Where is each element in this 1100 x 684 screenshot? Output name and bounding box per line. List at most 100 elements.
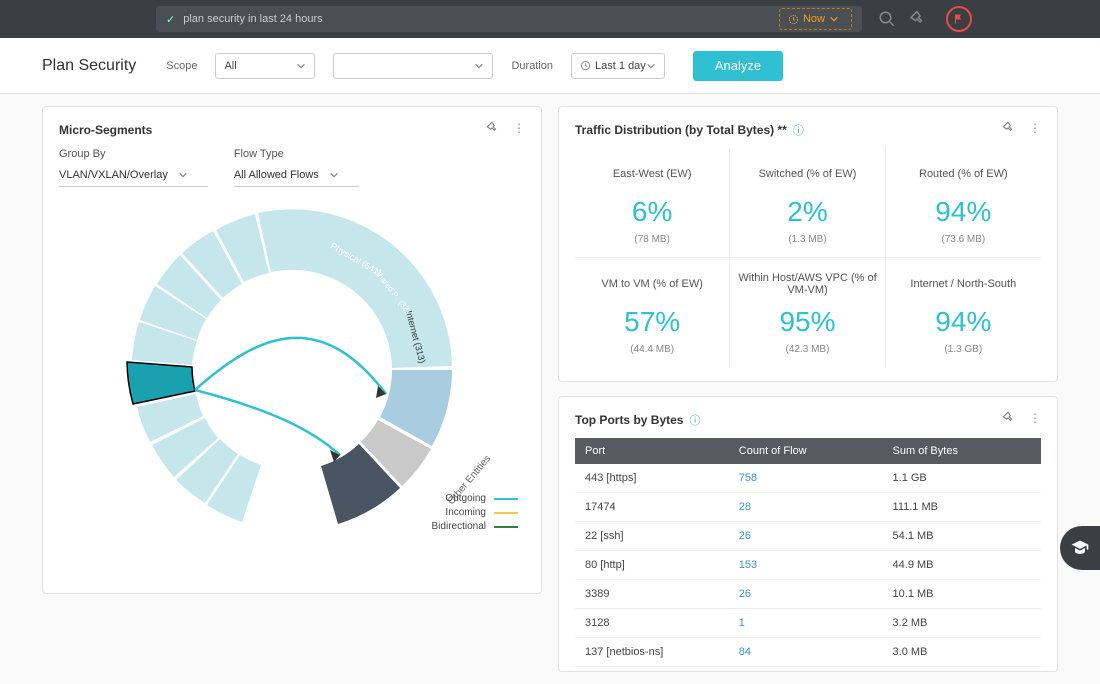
more-icon[interactable]: ⋮ [1029, 121, 1041, 138]
card-title: Top Ports by Bytes [575, 413, 683, 427]
bytes-cell: 111.1 MB [883, 493, 1041, 522]
traffic-sub: (1.3 MB) [738, 234, 876, 245]
time-now-button[interactable]: Now [779, 8, 852, 30]
traffic-cell: East-West (EW) 6% (78 MB) [575, 148, 730, 258]
port-cell: 22 [ssh] [575, 522, 729, 551]
pin-icon[interactable] [1001, 121, 1015, 138]
scope-label: Scope [166, 60, 197, 72]
traffic-label: Switched (% of EW) [738, 160, 876, 188]
traffic-value: 94% [894, 196, 1033, 228]
count-cell[interactable]: 1 [729, 609, 883, 638]
flow-line [195, 338, 386, 394]
donut-chart[interactable]: CMBU-SDD.. (11) Universa.. (2) sddc-cgw.… [82, 195, 502, 535]
bytes-cell: 44.9 MB [883, 551, 1041, 580]
col-count: Count of Flow [729, 438, 883, 464]
traffic-cell: VM to VM (% of EW) 57% (44.4 MB) [575, 258, 730, 367]
traffic-label: Within Host/AWS VPC (% of VM-VM) [738, 270, 876, 298]
search-icon[interactable] [878, 10, 896, 28]
traffic-cell: Within Host/AWS VPC (% of VM-VM) 95% (42.3… [730, 258, 885, 367]
table-row[interactable]: 22 [ssh]2654.1 MB [575, 522, 1041, 551]
scope-select-1[interactable]: All [215, 53, 315, 79]
chevron-down-icon [829, 14, 839, 24]
port-cell: 3128 [575, 609, 729, 638]
group-by-select[interactable]: VLAN/VXLAN/Overlay [59, 163, 208, 187]
traffic-cell: Routed (% of EW) 94% (73.6 MB) [886, 148, 1041, 258]
analyze-button[interactable]: Analyze [693, 51, 783, 81]
traffic-cell: Internet / North-South 94% (1.3 GB) [886, 258, 1041, 367]
more-icon[interactable]: ⋮ [513, 121, 525, 138]
flow-type-select[interactable]: All Allowed Flows [234, 163, 359, 187]
page-title: Plan Security [42, 57, 136, 75]
port-cell: 80 [http] [575, 551, 729, 580]
bytes-cell: 54.1 MB [883, 522, 1041, 551]
table-row[interactable]: 1747428111.1 MB [575, 493, 1041, 522]
col-bytes: Sum of Bytes [883, 438, 1041, 464]
info-icon[interactable]: ⓘ [689, 412, 700, 428]
pin-icon[interactable] [485, 121, 499, 138]
traffic-sub: (44.4 MB) [583, 344, 721, 355]
top-ports-table: Port Count of Flow Sum of Bytes 443 [htt… [575, 438, 1041, 667]
traffic-sub: (42.3 MB) [738, 344, 876, 355]
traffic-label: Routed (% of EW) [894, 160, 1033, 188]
port-cell: 137 [netbios-ns] [575, 638, 729, 667]
clock-dashed-icon [788, 14, 799, 25]
info-icon[interactable]: ⓘ [793, 122, 804, 138]
table-row[interactable]: 137 [netbios-ns]843.0 MB [575, 638, 1041, 667]
donut-legend: Outgoing Incoming Bidirectional [432, 493, 518, 535]
chevron-down-icon [296, 61, 306, 71]
group-by-label: Group By [59, 148, 208, 160]
traffic-cell: Switched (% of EW) 2% (1.3 MB) [730, 148, 885, 258]
traffic-label: East-West (EW) [583, 160, 721, 188]
chevron-down-icon [474, 61, 484, 71]
table-row[interactable]: 312813.2 MB [575, 609, 1041, 638]
traffic-value: 2% [738, 196, 876, 228]
traffic-value: 6% [583, 196, 721, 228]
flow-type-label: Flow Type [234, 148, 359, 160]
card-title: Traffic Distribution (by Total Bytes) ** [575, 123, 787, 137]
port-cell: 443 [https] [575, 464, 729, 493]
count-cell[interactable]: 84 [729, 638, 883, 667]
card-title: Micro-Segments [59, 123, 152, 137]
count-cell[interactable]: 153 [729, 551, 883, 580]
traffic-sub: (1.3 GB) [894, 344, 1033, 355]
micro-segments-card: Micro-Segments ⋮ Group By VLAN/VXLAN/Ove… [42, 106, 542, 594]
port-cell: 17474 [575, 493, 729, 522]
traffic-label: VM to VM (% of EW) [583, 270, 721, 298]
bytes-cell: 1.1 GB [883, 464, 1041, 493]
search-text: plan security in last 24 hours [183, 13, 322, 25]
bytes-cell: 10.1 MB [883, 580, 1041, 609]
clock-icon [580, 60, 591, 71]
count-cell[interactable]: 28 [729, 493, 883, 522]
scope-select-2[interactable] [333, 53, 493, 79]
duration-select[interactable]: Last 1 day [571, 53, 665, 79]
table-row[interactable]: 80 [http]15344.9 MB [575, 551, 1041, 580]
traffic-value: 94% [894, 306, 1033, 338]
count-cell[interactable]: 758 [729, 464, 883, 493]
traffic-value: 57% [583, 306, 721, 338]
check-icon: ✓ [166, 13, 175, 26]
chevron-down-icon [646, 61, 656, 71]
port-cell: 3389 [575, 580, 729, 609]
traffic-distribution-card: Traffic Distribution (by Total Bytes) **… [558, 106, 1058, 382]
count-cell[interactable]: 26 [729, 580, 883, 609]
pin-icon[interactable] [908, 10, 926, 28]
table-row[interactable]: 443 [https]7581.1 GB [575, 464, 1041, 493]
more-icon[interactable]: ⋮ [1029, 411, 1041, 428]
help-graduation-icon[interactable] [1060, 526, 1100, 570]
global-search[interactable]: ✓ plan security in last 24 hours Now [156, 6, 862, 32]
count-cell[interactable]: 26 [729, 522, 883, 551]
traffic-label: Internet / North-South [894, 270, 1033, 298]
bytes-cell: 3.2 MB [883, 609, 1041, 638]
duration-label: Duration [511, 60, 553, 72]
chevron-down-icon [178, 170, 188, 180]
bytes-cell: 3.0 MB [883, 638, 1041, 667]
traffic-sub: (73.6 MB) [894, 234, 1033, 245]
chevron-down-icon [329, 170, 339, 180]
top-ports-card: Top Ports by Bytes ⓘ ⋮ Port Count of Flo… [558, 396, 1058, 672]
pin-icon[interactable] [1001, 411, 1015, 428]
traffic-sub: (78 MB) [583, 234, 721, 245]
table-row[interactable]: 33892610.1 MB [575, 580, 1041, 609]
alert-flag-icon[interactable] [946, 6, 972, 32]
col-port: Port [575, 438, 729, 464]
traffic-value: 95% [738, 306, 876, 338]
